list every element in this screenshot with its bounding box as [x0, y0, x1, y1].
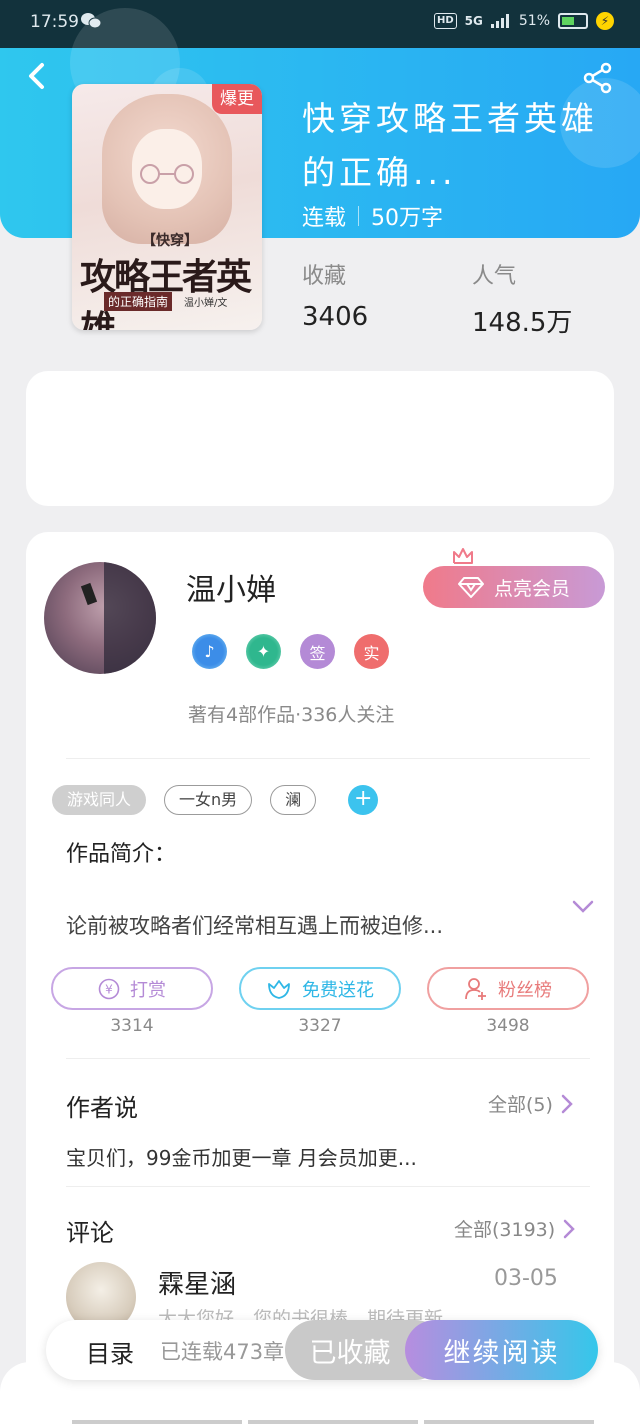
intro-text[interactable]: 论前被攻略者们经常相互遇上而被迫修... [66, 910, 546, 940]
author-says-text[interactable]: 宝贝们，99金币加更一章 月会员加更... [66, 1142, 417, 1171]
stat-popularity: 人气 148.5万 [472, 258, 572, 339]
toc-button[interactable]: 目录 [86, 1334, 134, 1369]
status-time: 17:59 [30, 12, 79, 32]
network-label: 5G [464, 14, 483, 28]
cover-glasses [140, 164, 194, 184]
svg-text:¥: ¥ [105, 982, 113, 996]
share-icon[interactable] [582, 62, 614, 94]
continue-reading-button[interactable]: 继续阅读 [405, 1320, 598, 1380]
book-status: 连载 [302, 206, 347, 231]
book-meta: 连载 50万字 [302, 200, 443, 232]
continue-reading-label: 继续阅读 [443, 1337, 560, 1369]
status-right: HD 5G 51% ⚡ [434, 12, 614, 30]
divider [66, 1058, 590, 1059]
author-badges: ♪ ✦ 签 实 [192, 634, 389, 669]
cover-tag: 爆更 [212, 84, 262, 114]
fans-count: 3498 [486, 1016, 530, 1036]
signal-icon [490, 14, 509, 28]
tag-pill[interactable]: 游戏同人 [52, 785, 147, 815]
signed-badge[interactable]: 签 [300, 634, 335, 669]
author-name[interactable]: 温小婵 [186, 565, 276, 609]
vip-button-label: 点亮会员 [493, 577, 570, 600]
comments-more-label: 全部(3193) [454, 1219, 556, 1241]
comments-more[interactable]: 全部(3193) [454, 1215, 575, 1242]
intro-heading: 作品简介： [66, 842, 177, 867]
indicator-line [248, 1420, 418, 1424]
stat-label: 人气 [472, 264, 517, 289]
fans-icon [465, 977, 486, 1000]
stat-label: 收藏 [302, 264, 347, 289]
cover-title-line1: 【快穿】 [142, 233, 198, 249]
book-title: 快穿攻略王者英雄的正确... [302, 99, 598, 192]
author-says-more[interactable]: 全部(5) [488, 1090, 573, 1117]
indicator-line [424, 1420, 594, 1424]
book-cover[interactable]: 爆更 【快穿】 攻略王者英雄 的正确指南 温小婵/文 [72, 84, 262, 330]
avatar-shade [104, 562, 156, 674]
stat-value: 148.5万 [472, 308, 573, 338]
fans-rank-label: 粉丝榜 [498, 979, 552, 1001]
back-icon[interactable] [26, 62, 46, 90]
chapter-progress: 已连载473章 [160, 1340, 285, 1364]
free-flower-label: 免费送花 [302, 979, 374, 1001]
tag-pill[interactable]: 澜 [270, 785, 317, 815]
tip-button[interactable]: ¥ 打赏 [51, 967, 213, 1010]
chevron-down-icon[interactable] [572, 900, 594, 914]
tag-list: 游戏同人 一女n男 澜 + [52, 785, 379, 815]
chevron-right-icon [563, 1219, 575, 1238]
commenter-name[interactable]: 霖星涵 [158, 1264, 236, 1301]
verified-badge[interactable]: 实 [354, 634, 389, 669]
flower-count: 3327 [298, 1016, 342, 1036]
cover-title-line3: 的正确指南 [104, 292, 173, 311]
tip-label: 打赏 [130, 979, 166, 1001]
stat-value: 3406 [302, 302, 369, 332]
free-flower-button[interactable]: 免费送花 [239, 967, 401, 1010]
fans-rank-button[interactable]: 粉丝榜 [427, 967, 589, 1010]
author-says-more-label: 全部(5) [488, 1094, 553, 1116]
battery-percent: 51% [518, 13, 550, 29]
vip-button[interactable]: 点亮会员 [423, 566, 605, 608]
flower-icon [268, 979, 290, 999]
yen-icon: ¥ [98, 978, 120, 999]
tip-count: 3314 [110, 1016, 154, 1036]
chevron-right-icon [561, 1094, 573, 1113]
crown-icon [453, 548, 473, 564]
divider [66, 1186, 590, 1187]
battery-icon [558, 13, 588, 29]
charging-icon: ⚡ [596, 12, 614, 30]
author-says-heading: 作者说 [66, 1094, 138, 1122]
hd-icon: HD [434, 13, 457, 29]
author-follow-info: 著有4部作品·336人关注 [188, 704, 395, 726]
avatar-hairpin [80, 582, 98, 606]
comment-date: 03-05 [494, 1266, 558, 1291]
favorited-label: 已收藏 [309, 1337, 391, 1369]
info-card [26, 371, 614, 506]
diamond-icon [457, 577, 484, 598]
comments-heading: 评论 [66, 1219, 114, 1247]
bottom-indicator [72, 1420, 594, 1424]
cover-author: 温小婵/文 [184, 298, 228, 309]
add-tag-button[interactable]: + [348, 785, 379, 815]
author-avatar[interactable] [44, 562, 156, 674]
music-badge-icon[interactable]: ♪ [192, 634, 227, 669]
book-word-count: 50万字 [371, 206, 444, 231]
tag-pill[interactable]: 一女n男 [164, 785, 253, 815]
divider [66, 758, 590, 759]
cover-title-line2: 攻略王者英雄 [80, 256, 252, 330]
stat-favorites: 收藏 3406 [302, 258, 368, 332]
handshake-badge-icon[interactable]: ✦ [246, 634, 281, 669]
indicator-line [72, 1420, 242, 1424]
meta-separator [358, 206, 360, 226]
